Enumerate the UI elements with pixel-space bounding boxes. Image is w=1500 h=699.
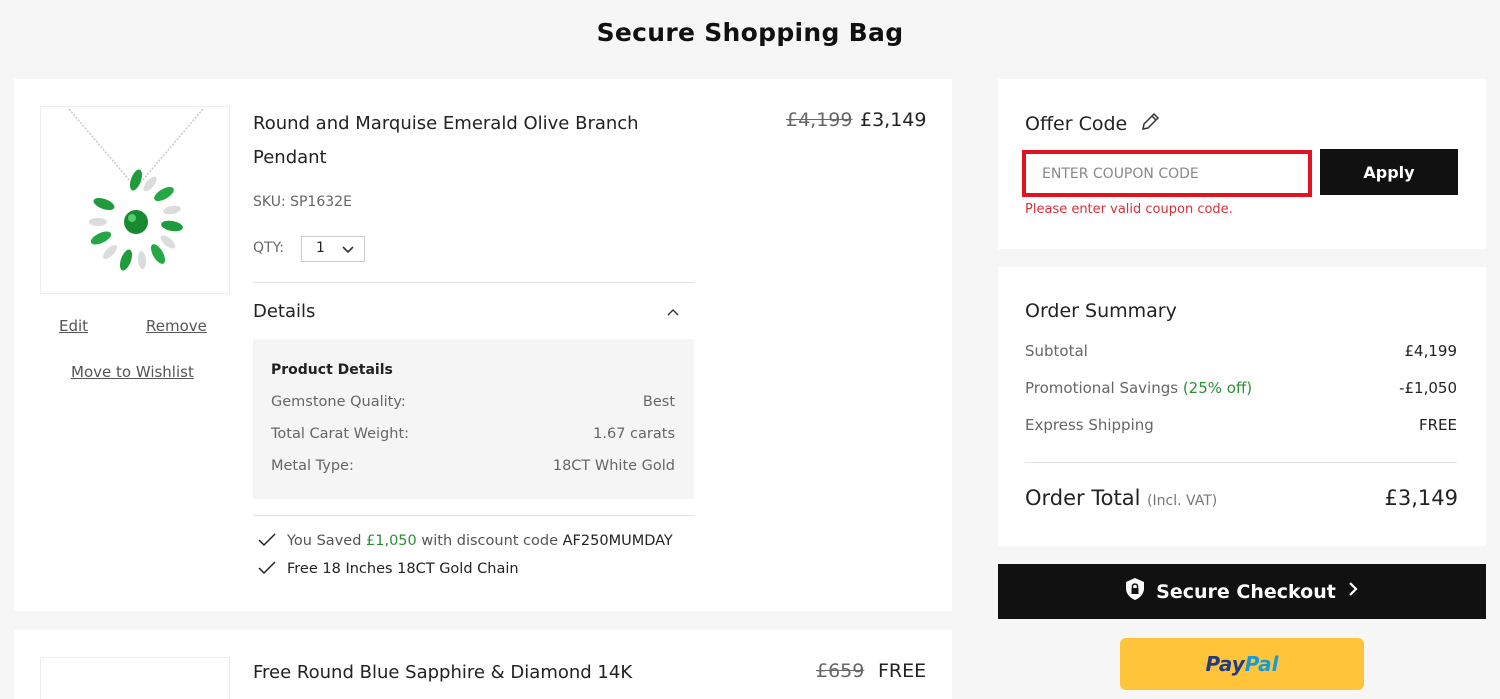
- discount-code: AF250MUMDAY: [562, 533, 673, 549]
- detail-value: 18CT White Gold: [552, 458, 675, 474]
- quantity-select[interactable]: 1: [301, 236, 365, 262]
- divider: [253, 515, 694, 516]
- divider: [1025, 462, 1457, 463]
- paypal-logo-pal: Pal: [1244, 652, 1279, 676]
- detail-value: 1.67 carats: [593, 426, 675, 442]
- product-details-panel: Product Details Gemstone Quality: Best T…: [253, 339, 694, 499]
- secure-checkout-button[interactable]: Secure Checkout: [998, 564, 1486, 619]
- saved-benefit: You Saved £1,050 with discount code AF25…: [257, 532, 673, 549]
- order-summary-card: Order Summary Subtotal £4,199 Promotiona…: [998, 267, 1486, 546]
- shipping-row: Express Shipping FREE: [1025, 416, 1457, 434]
- current-price: FREE: [878, 660, 927, 682]
- product-image[interactable]: [40, 106, 230, 294]
- order-total-label: Order Total (Incl. VAT): [1025, 486, 1218, 510]
- detail-key: Total Carat Weight:: [271, 426, 410, 442]
- chevron-right-icon: [1336, 580, 1370, 603]
- original-price: £4,199: [786, 109, 853, 131]
- chevron-down-icon: [340, 241, 356, 261]
- offer-code-title: Offer Code: [1025, 111, 1161, 135]
- original-price: £659: [816, 660, 865, 682]
- coupon-code-input[interactable]: [1022, 150, 1312, 197]
- savings-row: Promotional Savings (25% off) -£1,050: [1025, 379, 1457, 397]
- detail-value: Best: [642, 394, 675, 410]
- product-image[interactable]: [40, 657, 230, 699]
- offer-code-card: Offer Code Apply Please enter valid coup…: [998, 79, 1486, 249]
- pencil-icon[interactable]: [1139, 112, 1161, 135]
- remove-link[interactable]: Remove: [146, 317, 207, 335]
- apply-coupon-button[interactable]: Apply: [1320, 149, 1458, 195]
- detail-key: Gemstone Quality:: [271, 394, 406, 410]
- saved-amount: £1,050: [366, 533, 417, 549]
- divider: [253, 282, 694, 283]
- move-to-wishlist-link[interactable]: Move to Wishlist: [71, 363, 194, 381]
- savings-value: -£1,050: [1399, 379, 1457, 397]
- details-toggle[interactable]: Details: [253, 301, 315, 322]
- paypal-logo-pay: Pay: [1205, 652, 1245, 676]
- subtotal-row: Subtotal £4,199: [1025, 342, 1457, 360]
- coupon-error-message: Please enter valid coupon code.: [1025, 202, 1233, 217]
- savings-percent: (25% off): [1182, 379, 1253, 397]
- subtotal-value: £4,199: [1404, 342, 1458, 360]
- quantity-value: 1: [316, 240, 325, 256]
- paypal-button[interactable]: PayPal: [1120, 638, 1364, 690]
- page-title: Secure Shopping Bag: [596, 18, 904, 47]
- shield-lock-icon: [1114, 577, 1156, 606]
- product-details-title: Product Details: [271, 362, 393, 378]
- cart-item-card: Edit Remove Move to Wishlist Round and M…: [14, 79, 952, 611]
- chain-benefit: Free 18 Inches 18CT Gold Chain: [257, 560, 519, 577]
- check-icon: [257, 561, 287, 577]
- order-total-value: £3,149: [1384, 486, 1458, 510]
- product-name[interactable]: Round and Marquise Emerald Olive Branch …: [253, 107, 693, 175]
- cart-item-card: Free Round Blue Sapphire & Diamond 14K £…: [14, 630, 952, 699]
- detail-key: Metal Type:: [271, 458, 354, 474]
- check-icon: [257, 533, 287, 549]
- shipping-value: FREE: [1418, 416, 1457, 434]
- vat-note: (Incl. VAT): [1147, 493, 1218, 509]
- order-summary-title: Order Summary: [1025, 300, 1177, 322]
- current-price: £3,149: [860, 109, 927, 131]
- chevron-up-icon[interactable]: [666, 305, 680, 324]
- edit-link[interactable]: Edit: [59, 317, 88, 335]
- product-sku: SKU: SP1632E: [253, 194, 352, 210]
- product-name[interactable]: Free Round Blue Sapphire & Diamond 14K: [253, 658, 693, 688]
- qty-label: QTY:: [253, 240, 284, 256]
